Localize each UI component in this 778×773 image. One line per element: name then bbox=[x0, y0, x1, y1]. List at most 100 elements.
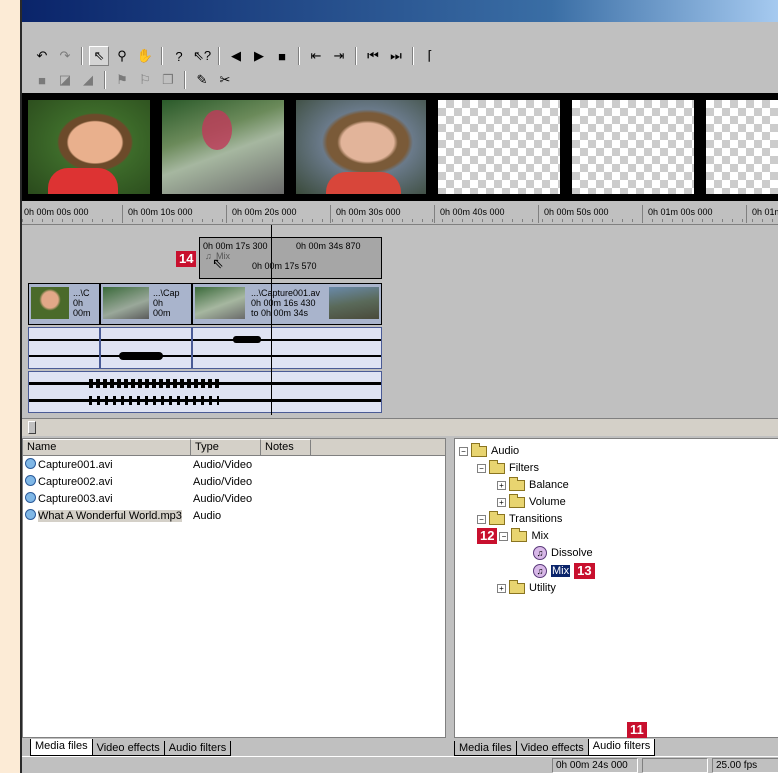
column-header-type[interactable]: Type bbox=[191, 439, 261, 455]
tree-label: Dissolve bbox=[551, 547, 593, 559]
folder-open-icon bbox=[471, 442, 487, 457]
video-clip[interactable]: ...\Cap 0h 00m bbox=[100, 283, 192, 325]
tree-node-utility[interactable]: + Utility bbox=[497, 579, 556, 596]
copy-icon[interactable]: ❐ bbox=[158, 70, 178, 90]
waveform bbox=[29, 339, 99, 341]
audio-clip[interactable] bbox=[28, 327, 100, 369]
file-name: Capture001.avi bbox=[38, 459, 113, 471]
audio-file-icon bbox=[25, 509, 36, 520]
transition-duration: 0h 00m 17s 570 bbox=[252, 261, 317, 271]
context-help-icon[interactable]: ⇖? bbox=[192, 46, 212, 66]
mark-in-icon[interactable]: ⇤ bbox=[306, 46, 326, 66]
video-thumbnail[interactable] bbox=[28, 100, 150, 194]
clip-time: 00m bbox=[153, 308, 171, 318]
video-clip[interactable]: ...\Capture001.av 0h 00m 16s 430 to 0h 0… bbox=[192, 283, 382, 325]
snap-icon[interactable]: ■ bbox=[32, 70, 52, 90]
stop-icon[interactable]: ■ bbox=[272, 46, 292, 66]
tree-node-mix-item[interactable]: ♫ Mix 13 bbox=[533, 563, 595, 579]
marker-icon[interactable]: ⚑ bbox=[112, 70, 132, 90]
pointer-icon[interactable]: ⇖ bbox=[89, 46, 109, 66]
tab-audio-filters[interactable]: Audio filters bbox=[587, 739, 656, 756]
redo-icon[interactable]: ↷ bbox=[55, 46, 75, 66]
clip-thumbnail bbox=[103, 287, 149, 319]
tree-node-dissolve[interactable]: ♫ Dissolve bbox=[533, 545, 593, 561]
tab-audio-filters[interactable]: Audio filters bbox=[163, 741, 232, 756]
scrollbar-thumb[interactable] bbox=[28, 421, 36, 434]
ruler-label: 0h 00m 00s 000 bbox=[24, 207, 89, 217]
tab-video-effects[interactable]: Video effects bbox=[91, 741, 165, 756]
ruler-label: 0h 00m 30s 000 bbox=[336, 207, 401, 217]
tree-node-filters[interactable]: − Filters bbox=[477, 459, 539, 476]
tree-node-balance[interactable]: + Balance bbox=[497, 476, 569, 493]
waveform bbox=[193, 355, 381, 357]
file-type: Audio/Video bbox=[193, 492, 253, 505]
expand-icon[interactable]: + bbox=[497, 583, 506, 593]
time-ruler[interactable]: 0h 00m 00s 000 0h 00m 10s 000 0h 00m 20s… bbox=[22, 203, 778, 225]
file-name: Capture002.avi bbox=[38, 476, 113, 488]
timeline-scrollbar[interactable] bbox=[22, 418, 778, 436]
collapse-icon[interactable]: − bbox=[477, 463, 486, 473]
column-header-notes[interactable]: Notes bbox=[261, 439, 311, 455]
ruler-label: 0h 00m 40s 000 bbox=[440, 207, 505, 217]
bookmark-icon[interactable]: ⚐ bbox=[135, 70, 155, 90]
expand-icon[interactable]: + bbox=[497, 480, 506, 490]
clip-thumbnail bbox=[31, 287, 69, 319]
go-to-out-icon[interactable]: ⏭ bbox=[386, 46, 406, 66]
tab-video-effects[interactable]: Video effects bbox=[515, 741, 589, 756]
tree-node-audio[interactable]: − Audio bbox=[459, 442, 519, 459]
clip-time: 0h bbox=[153, 298, 164, 308]
media-row[interactable]: Capture001.avi Audio/Video bbox=[23, 456, 445, 473]
clip-time: 0h bbox=[73, 298, 84, 308]
zoom-icon[interactable]: ⚲ bbox=[112, 46, 132, 66]
video-thumbnail[interactable] bbox=[162, 100, 284, 194]
tab-media-files[interactable]: Media files bbox=[30, 739, 93, 756]
collapse-icon[interactable]: − bbox=[459, 446, 468, 456]
undo-icon[interactable]: ↶ bbox=[32, 46, 52, 66]
tree-node-mix-folder[interactable]: 12− Mix bbox=[477, 527, 549, 544]
help-icon[interactable]: ? bbox=[169, 46, 189, 66]
audio-transition-icon: ♫ bbox=[533, 564, 547, 578]
play-icon[interactable]: ▶ bbox=[249, 46, 269, 66]
tree-label: Balance bbox=[529, 479, 569, 491]
collapse-icon[interactable]: − bbox=[499, 531, 509, 541]
trim-icon[interactable]: ◢ bbox=[78, 70, 98, 90]
mark-out-icon[interactable]: ⇥ bbox=[329, 46, 349, 66]
previous-icon[interactable]: ◀ bbox=[226, 46, 246, 66]
waveform bbox=[193, 339, 381, 341]
file-type: Audio/Video bbox=[193, 475, 253, 488]
delete-icon[interactable]: ✂ bbox=[215, 70, 235, 90]
column-header-name[interactable]: Name bbox=[23, 439, 191, 455]
waveform-peak bbox=[89, 379, 219, 388]
video-clip[interactable]: ...\C 0h 00m bbox=[28, 283, 100, 325]
tree-label: Filters bbox=[509, 462, 539, 474]
video-thumbnail[interactable] bbox=[296, 100, 426, 194]
go-to-in-icon[interactable]: ⏮ bbox=[363, 46, 383, 66]
media-row[interactable]: What A Wonderful World.mp3 Audio bbox=[23, 507, 445, 524]
hand-icon[interactable]: ✋ bbox=[135, 46, 155, 66]
clip-thumbnail bbox=[195, 287, 245, 319]
tree-node-volume[interactable]: + Volume bbox=[497, 493, 566, 510]
paste-icon[interactable]: ✎ bbox=[192, 70, 212, 90]
edit-toolbar: ■ ◪ ◢ ⚑ ⚐ ❐ ✎ ✂ bbox=[22, 68, 235, 92]
tab-media-files[interactable]: Media files bbox=[454, 741, 517, 756]
audio-clip[interactable] bbox=[192, 327, 382, 369]
music-audio-clip[interactable] bbox=[28, 371, 382, 413]
expand-icon[interactable]: + bbox=[497, 497, 506, 507]
clip-label: ...\Capture001.av bbox=[251, 288, 321, 298]
left-pane-tabs: Media files Video effects Audio filters bbox=[30, 738, 232, 756]
playhead[interactable] bbox=[271, 225, 272, 415]
tree-node-transitions[interactable]: − Transitions bbox=[477, 510, 562, 527]
collapse-icon[interactable]: − bbox=[477, 514, 486, 524]
ruler-label: 0h 01m bbox=[752, 207, 778, 217]
properties-icon[interactable]: ⌈ bbox=[420, 46, 440, 66]
media-row[interactable]: Capture003.avi Audio/Video bbox=[23, 490, 445, 507]
media-row[interactable]: Capture002.avi Audio/Video bbox=[23, 473, 445, 490]
folder-icon bbox=[509, 476, 525, 491]
split-icon[interactable]: ◪ bbox=[55, 70, 75, 90]
clip-time: 0h 00m 16s 430 bbox=[251, 298, 316, 308]
audio-clip[interactable] bbox=[100, 327, 192, 369]
file-type: Audio/Video bbox=[193, 458, 253, 471]
mix-transition-clip[interactable]: 0h 00m 17s 300 0h 00m 34s 870 Mix ♫ 0h 0… bbox=[199, 237, 382, 279]
video-track: ...\C 0h 00m ...\Cap 0h 00m ...\Capture0… bbox=[22, 283, 778, 325]
waveform-peak bbox=[119, 352, 163, 360]
